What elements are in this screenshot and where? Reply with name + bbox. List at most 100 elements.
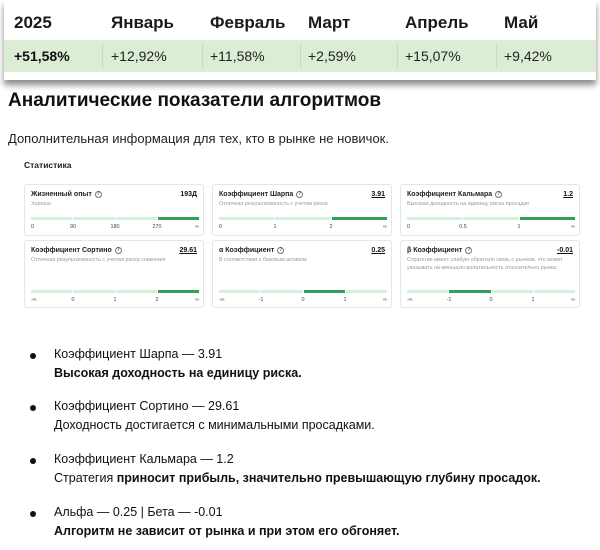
- stat-range-bar: [219, 290, 387, 293]
- stat-card: α Коэффициент? 0.25 В соответствии с базов…: [212, 240, 392, 308]
- stat-card-title: α Коэффициент?: [219, 247, 285, 254]
- range-tick-label: 90: [70, 224, 76, 230]
- range-segment: [219, 290, 261, 293]
- range-segment: [407, 217, 463, 220]
- range-segment: [261, 290, 303, 293]
- help-icon[interactable]: ?: [296, 191, 304, 198]
- range-tick-label: 1: [517, 224, 521, 230]
- range-tick-label: 1: [531, 297, 535, 303]
- range-tick-label: -∞: [31, 297, 37, 303]
- stat-card-title-text: α Коэффициент: [219, 247, 275, 254]
- range-tick-label: 2: [155, 297, 159, 303]
- column-divider: [397, 43, 398, 69]
- range-tick-label: 180: [110, 224, 120, 230]
- range-tick-label: -∞: [219, 297, 225, 303]
- range-segment: [345, 290, 387, 293]
- stat-card: β Коэффициент? -0.01 Стратегия имеет слабу…: [400, 240, 580, 308]
- help-icon[interactable]: ?: [114, 247, 122, 254]
- help-icon[interactable]: ?: [495, 191, 503, 198]
- stat-range-ticks: -∞ 0 1 2 ∞: [31, 297, 199, 305]
- range-segment-active: [157, 217, 199, 220]
- range-segment: [407, 290, 449, 293]
- column-divider: [496, 43, 497, 69]
- range-tick-label: ∞: [195, 224, 199, 230]
- range-tick-label: 1: [343, 297, 347, 303]
- stat-card-description: В соответствии с базовым активом: [219, 257, 307, 263]
- range-tick-label: -1: [446, 297, 452, 303]
- header-month: Февраль: [210, 13, 286, 32]
- stat-card: Жизненный опыт? 193Д Хорошо 0 90 180 270 ∞: [24, 184, 204, 236]
- stat-card-value: 1.2: [563, 191, 573, 198]
- range-segment-active: [303, 290, 345, 293]
- stat-card-title-text: Коэффициент Кальмара: [407, 191, 493, 198]
- range-tick-label: 0: [407, 224, 410, 230]
- header-month: Январь: [111, 13, 175, 32]
- stat-range-bar: [219, 217, 387, 220]
- stat-card-title-text: Коэффициент Шарпа: [219, 191, 294, 198]
- bullet-main: Коэффициент Сортино — 29.61: [54, 399, 240, 413]
- range-tick-label: 2: [329, 224, 333, 230]
- range-segment: [73, 217, 115, 220]
- value-month: +9,42%: [504, 48, 552, 64]
- stat-range-ticks: -∞ -1 0 1 ∞: [219, 297, 387, 305]
- range-segment: [31, 290, 73, 293]
- stat-card-title: Коэффициент Сортино?: [31, 247, 122, 254]
- monthly-returns-table: 2025 Январь Февраль Март Апрель Май +51,…: [4, 0, 596, 80]
- stat-range-bar: [31, 217, 199, 220]
- range-tick-label: 0: [31, 224, 34, 230]
- stat-card-value: -0.01: [557, 247, 573, 254]
- stat-card-description: Высокая доходность на единицу риска прос…: [407, 201, 529, 207]
- stat-range-bar: [407, 290, 575, 293]
- range-tick-label: 0: [71, 297, 75, 303]
- column-divider: [102, 43, 103, 69]
- stat-range-bar: [31, 290, 199, 293]
- range-segment: [491, 290, 533, 293]
- bullet-desc: Высокая доходность на единицу риска.: [54, 366, 302, 380]
- bullet-dot: [30, 405, 36, 411]
- stat-card-value: 29.61: [179, 247, 197, 254]
- stat-range-ticks: 0 0.5 1 ∞: [407, 224, 575, 232]
- stat-card-title: Коэффициент Шарпа?: [219, 191, 304, 198]
- stat-card: Коэффициент Кальмара? 1.2 Высокая доходнос…: [400, 184, 580, 236]
- stat-card-description: Отличная результативность с учетом риска…: [31, 257, 166, 263]
- help-icon[interactable]: ?: [94, 191, 102, 198]
- stat-card-value: 3.91: [371, 191, 385, 198]
- value-month: +12,92%: [111, 48, 167, 64]
- range-tick-label: ∞: [383, 224, 387, 230]
- stat-card-value: 0.25: [371, 247, 385, 254]
- bullet-desc: Доходность достигается с минимальными пр…: [54, 418, 375, 432]
- value-total: +51,58%: [14, 48, 70, 64]
- range-tick-label: 1: [113, 297, 117, 303]
- stat-card-title: Коэффициент Кальмара?: [407, 191, 503, 198]
- column-divider: [300, 43, 301, 69]
- help-icon[interactable]: ?: [465, 247, 473, 254]
- value-month: +11,58%: [210, 48, 265, 64]
- range-tick-label: 0.5: [459, 224, 467, 230]
- range-tick-label: 1: [273, 224, 277, 230]
- returns-value-row: +51,58% +12,92% +11,58% +2,59% +15,07% +…: [4, 40, 596, 72]
- bullet-dot: [30, 353, 36, 359]
- range-tick-label: ∞: [383, 297, 387, 303]
- header-month: Май: [504, 13, 539, 32]
- range-segment: [219, 217, 275, 220]
- stat-card-description: Хорошо: [31, 201, 51, 207]
- stat-card-title-text: Жизненный опыт: [31, 191, 92, 198]
- range-tick-label: ∞: [571, 224, 575, 230]
- range-tick-label: 0: [219, 224, 222, 230]
- range-tick-label: 270: [152, 224, 162, 230]
- range-segment: [73, 290, 115, 293]
- stat-card-description: Отличная результативность с учетом риска: [219, 201, 328, 207]
- bullet-desc-bold: приносит прибыль, значительно превышающу…: [116, 471, 541, 485]
- range-segment: [533, 290, 575, 293]
- section-title: Аналитические показатели алгоритмов: [8, 90, 382, 111]
- bullet-desc-plain: Стратегия: [54, 471, 117, 485]
- bullet-desc: Стратегия приносит прибыль, значительно …: [54, 471, 541, 485]
- stat-range-ticks: 0 1 2 ∞: [219, 224, 387, 232]
- stat-range-ticks: 0 90 180 270 ∞: [31, 224, 199, 232]
- stat-card: Коэффициент Сортино? 29.61 Отличная резуль…: [24, 240, 204, 308]
- range-segment: [115, 290, 157, 293]
- help-icon[interactable]: ?: [277, 247, 285, 254]
- bullet-main: Альфа — 0.25 | Бета — -0.01: [54, 505, 223, 519]
- range-segment-active: [331, 217, 387, 220]
- stats-label: Статистика: [24, 160, 72, 170]
